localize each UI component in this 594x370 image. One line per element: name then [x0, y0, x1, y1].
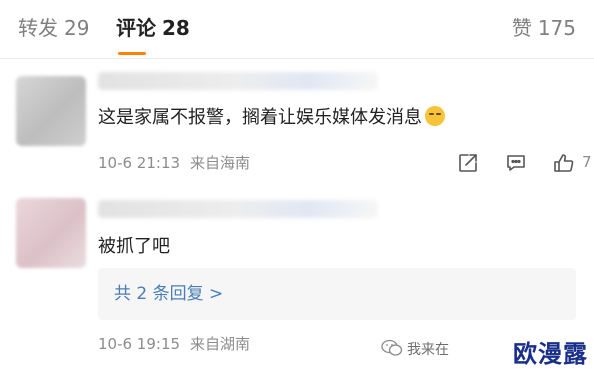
tab-comment-count: 28 — [162, 16, 190, 40]
tab-comment[interactable]: 评论 28 — [116, 15, 190, 41]
comment-icon[interactable] — [504, 151, 528, 175]
avatar[interactable] — [16, 76, 86, 146]
active-tab-indicator — [118, 52, 146, 55]
comment-meta: 10-6 19:15 来自湖南 — [98, 334, 250, 354]
tab-repost[interactable]: 转发 29 — [18, 15, 89, 41]
comment-date: 10-6 21:13 — [98, 154, 181, 172]
comment-text: 被抓了吧 — [98, 234, 170, 260]
tab-repost-label: 转发 — [18, 16, 58, 40]
avatar[interactable] — [16, 198, 86, 268]
comment-date: 10-6 19:15 — [98, 335, 181, 353]
comment-text: 这是家属不报警，搁着让娱乐媒体发消息 — [98, 105, 445, 131]
tab-repost-count: 29 — [64, 16, 90, 40]
comment-tabs: 转发 29 评论 28 赞 175 — [0, 0, 594, 59]
sweat-smile-emoji-icon — [425, 106, 445, 126]
username-redacted[interactable] — [98, 200, 378, 218]
comment-location: 来自湖南 — [190, 335, 251, 353]
like-count: 7 — [582, 153, 592, 171]
comment-body: 被抓了吧 — [98, 236, 170, 257]
wechat-icon — [381, 339, 403, 356]
comment-item: 这是家属不报警，搁着让娱乐媒体发消息 10-6 21:13 来自海南 7 — [0, 58, 594, 190]
comment-body: 这是家属不报警，搁着让娱乐媒体发消息 — [98, 107, 422, 128]
comment-meta: 10-6 21:13 来自海南 — [98, 153, 250, 173]
thumbs-up-icon — [554, 154, 574, 172]
watermark-caption: 我来在 — [407, 342, 449, 358]
tab-like-label: 赞 — [511, 16, 532, 40]
replies-box[interactable]: 共 2 条回复 > — [98, 268, 576, 320]
share-icon[interactable] — [456, 151, 480, 175]
username-redacted[interactable] — [98, 72, 378, 90]
view-replies-link[interactable]: 共 2 条回复 > — [114, 282, 223, 306]
tab-like[interactable]: 赞 175 — [512, 15, 576, 41]
watermark-logo-text: 欧漫露 — [513, 340, 588, 368]
like-button[interactable]: 7 — [552, 151, 592, 175]
tab-comment-label: 评论 — [116, 16, 156, 40]
comment-location: 来自海南 — [190, 154, 251, 172]
comment-item: 被抓了吧 共 2 条回复 > 10-6 19:15 来自湖南 — [0, 190, 594, 370]
watermark: 我来在 欧漫露 — [381, 334, 588, 368]
tab-like-count: 175 — [537, 16, 576, 40]
